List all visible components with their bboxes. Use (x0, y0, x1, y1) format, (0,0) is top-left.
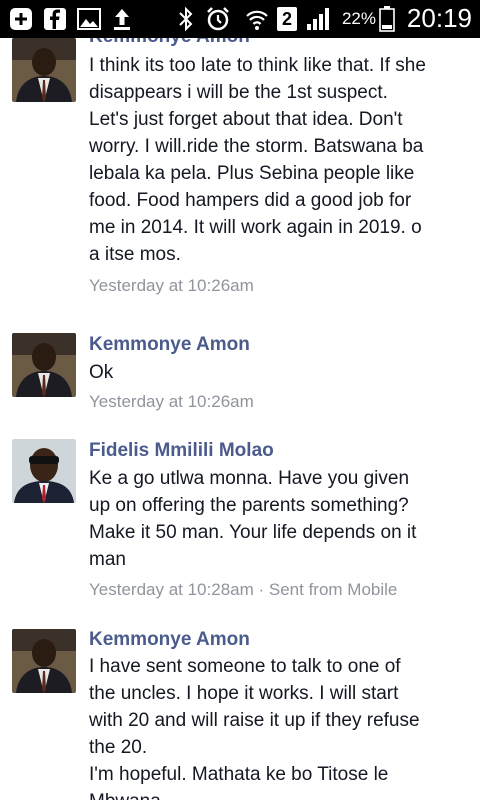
clock: 20:19 (406, 3, 472, 33)
add-icon (8, 6, 34, 32)
sim-2-icon: 2 (276, 6, 298, 32)
signal-icon (304, 6, 332, 32)
message-item[interactable]: Kemmonye Amon Ok Yesterday at 10:26am (0, 319, 480, 428)
message-text: Ke a go utlwa monna. Have you given up o… (89, 468, 417, 570)
message-timestamp: Yesterday at 10:28am · Sent from Mobile (89, 580, 398, 599)
sender-name[interactable]: Kemmonye Amon (89, 334, 250, 356)
message-timestamp: Yesterday at 10:26am (89, 276, 254, 295)
avatar[interactable] (12, 333, 76, 397)
upload-icon (110, 6, 134, 32)
message-item[interactable]: Kemmonye Amon I have sent someone to tal… (0, 615, 480, 800)
avatar[interactable] (12, 439, 76, 503)
avatar[interactable] (12, 38, 76, 102)
sender-name[interactable]: Kemmonye Amon (89, 38, 250, 48)
sim-badge: 2 (277, 7, 297, 31)
battery-icon (378, 6, 396, 32)
image-icon (76, 6, 102, 32)
facebook-icon (42, 6, 68, 32)
wifi-icon (244, 6, 270, 32)
message-timestamp: Yesterday at 10:26am (89, 392, 254, 411)
alarm-icon (204, 6, 232, 32)
message-feed[interactable]: Kemmonye Amon I think its too late to th… (0, 38, 480, 800)
avatar[interactable] (12, 629, 76, 693)
message-text: I have sent someone to talk to one of th… (89, 656, 420, 800)
message-text: Ok (89, 362, 114, 383)
battery-percent: 22% (341, 9, 376, 28)
sender-name[interactable]: Kemmonye Amon (89, 629, 250, 651)
message-item[interactable]: Fidelis Mmilili Molao Ke a go utlwa monn… (0, 427, 480, 616)
bluetooth-icon (176, 6, 196, 32)
message-text: I think its too late to think like that.… (89, 55, 426, 265)
message-item[interactable]: Kemmonye Amon I think its too late to th… (0, 38, 480, 320)
sender-name[interactable]: Fidelis Mmilili Molao (89, 440, 274, 462)
status-bar: 2 22% 20:19 (0, 0, 480, 38)
